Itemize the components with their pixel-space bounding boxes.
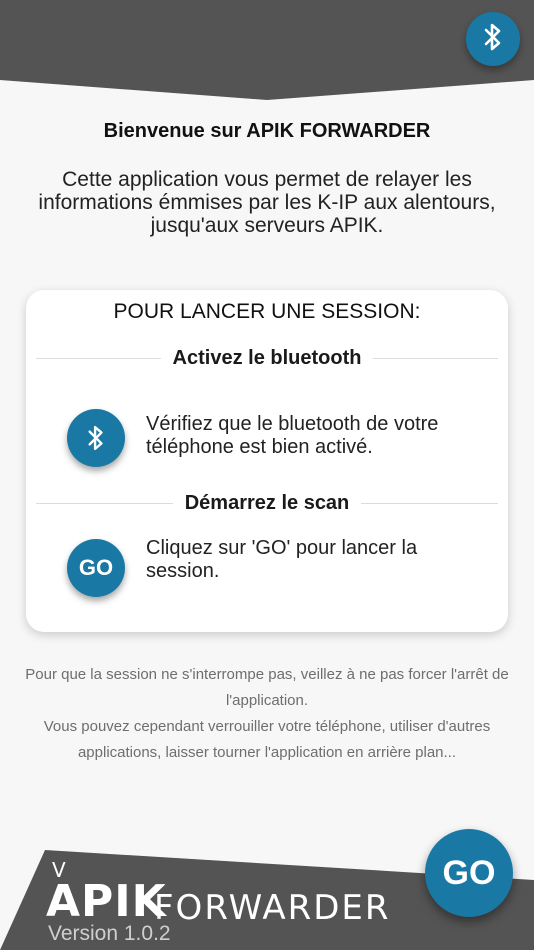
welcome-title: Bienvenue sur APIK FORWARDER	[103, 120, 431, 142]
header-band	[0, 0, 534, 100]
step-heading-scan: Démarrez le scan	[184, 491, 350, 514]
go-button[interactable]: GO	[425, 829, 513, 917]
go-step-icon: GO	[67, 539, 125, 597]
footer-note-line1: Pour que la session ne s'interrompe pas,…	[25, 666, 509, 709]
bluetooth-icon	[482, 22, 504, 57]
go-step-label: GO	[78, 555, 114, 580]
step-text-bluetooth: Vérifiez que le bluetooth de votre télép…	[146, 413, 439, 458]
brand-forwarder: FORWARDER	[154, 888, 391, 928]
card-title: POUR LANCER UNE SESSION:	[113, 300, 421, 323]
step-heading-bluetooth: Activez le bluetooth	[172, 346, 362, 369]
bluetooth-icon	[88, 425, 103, 451]
version-label: Version 1.0.2	[48, 922, 171, 945]
step-divider-bluetooth: Activez le bluetooth	[36, 347, 498, 369]
brand-apik: APIK	[46, 876, 167, 927]
bluetooth-step-icon	[67, 409, 125, 467]
go-button-label: GO	[442, 853, 496, 892]
session-card: POUR LANCER UNE SESSION: Activez le blue…	[26, 290, 508, 632]
bluetooth-button[interactable]	[466, 12, 520, 66]
step-divider-scan: Démarrez le scan	[36, 491, 499, 514]
intro-text: Cette application vous permet de relayer…	[38, 168, 496, 237]
brand-logo: V APIK FORWARDER Version 1.0.2	[46, 858, 406, 945]
footer-note: Pour que la session ne s'interrompe pas,…	[20, 662, 514, 766]
footer-note-line2: Vous pouvez cependant verrouiller votre …	[43, 718, 491, 761]
step-text-scan: Cliquez sur 'GO' pour lancer la session.	[146, 537, 418, 582]
